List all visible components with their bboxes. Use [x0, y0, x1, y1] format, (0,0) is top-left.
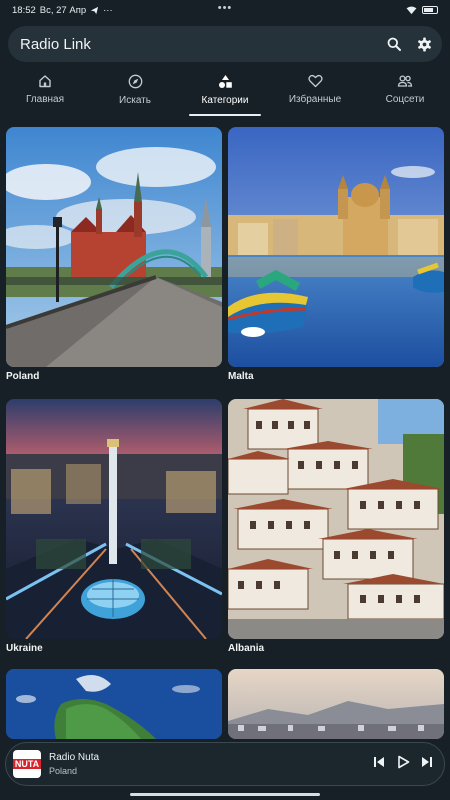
station-logo: NUTA — [12, 750, 42, 778]
poland-image — [6, 127, 222, 367]
tab-categories-label: Категории — [201, 95, 249, 106]
telegram-icon — [91, 6, 99, 14]
city-image — [228, 669, 444, 739]
home-icon — [39, 75, 51, 88]
skip-previous-icon[interactable] — [372, 755, 386, 774]
player-station-country: Poland — [49, 766, 78, 776]
player-station-name: Radio Nuta — [49, 752, 100, 763]
category-label: Malta — [228, 371, 254, 382]
status-left: 18:52 Вс, 27 Апр ··· — [12, 5, 113, 16]
malta-image — [228, 127, 444, 367]
category-card-malta[interactable]: Malta — [228, 127, 444, 385]
category-label: Albania — [228, 643, 265, 654]
category-card-city[interactable] — [228, 669, 444, 739]
search-icon[interactable] — [386, 36, 402, 52]
tab-social[interactable]: Соцсети — [360, 70, 450, 116]
heart-icon — [307, 74, 323, 88]
status-time: 18:52 — [12, 4, 36, 16]
tab-favorites[interactable]: Избранные — [270, 70, 360, 116]
compass-icon — [128, 74, 142, 89]
wifi-icon — [406, 5, 417, 14]
category-card-poland[interactable]: Poland — [6, 127, 222, 385]
tab-social-label: Соцсети — [385, 94, 425, 105]
home-indicator[interactable] — [130, 793, 320, 796]
search-actions — [386, 36, 432, 52]
category-card-coast[interactable] — [6, 669, 222, 739]
skip-next-icon[interactable] — [420, 755, 434, 774]
category-card-ukraine[interactable]: Ukraine — [6, 399, 222, 657]
status-more: ··· — [103, 4, 113, 16]
search-bar[interactable]: Radio Link — [8, 26, 442, 62]
tab-search[interactable]: Искать — [90, 70, 180, 116]
category-card-albania[interactable]: Albania — [228, 399, 444, 657]
ukraine-image — [6, 399, 222, 639]
category-label: Poland — [6, 371, 40, 382]
coast-image — [6, 669, 222, 739]
app-title: Radio Link — [20, 35, 91, 53]
albania-image — [228, 399, 444, 639]
player-controls — [372, 755, 434, 774]
category-tabs: Главная Искать Категории Избранные Соцсе… — [0, 70, 450, 116]
tab-categories[interactable]: Категории — [180, 70, 270, 116]
play-icon[interactable] — [396, 755, 410, 774]
shapes-icon — [218, 75, 232, 88]
people-icon — [397, 75, 413, 87]
status-bar: 18:52 Вс, 27 Апр ··· ••• — [0, 0, 450, 20]
tab-home-label: Главная — [25, 94, 65, 105]
mini-player[interactable]: NUTA Radio Nuta Poland — [5, 742, 445, 786]
battery-icon — [422, 6, 438, 14]
status-right — [406, 5, 438, 15]
status-dots-icon: ••• — [217, 2, 233, 14]
tab-favorites-label: Избранные — [288, 94, 342, 105]
gear-icon[interactable] — [416, 36, 432, 52]
tab-search-label: Искать — [119, 95, 151, 106]
player-info: Radio Nuta Poland — [49, 752, 99, 776]
station-logo-text: NUTA — [12, 759, 42, 769]
tab-home[interactable]: Главная — [0, 70, 90, 116]
status-date: Вс, 27 Апр — [39, 4, 87, 16]
category-label: Ukraine — [6, 643, 43, 654]
